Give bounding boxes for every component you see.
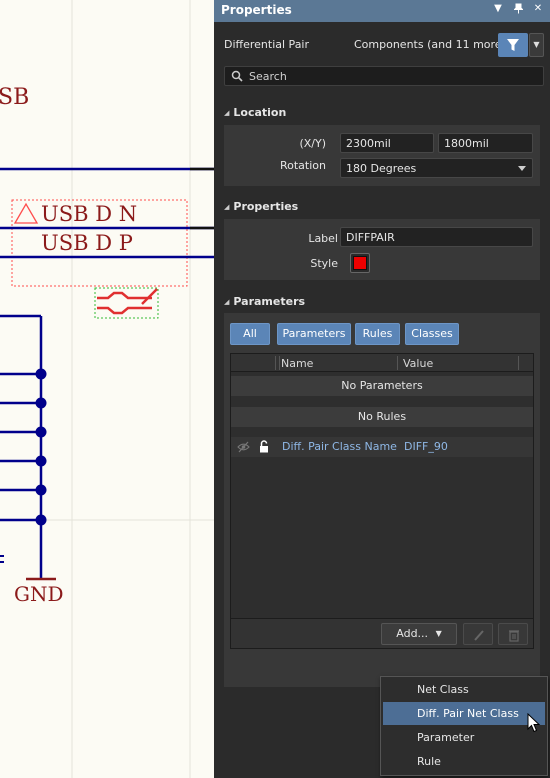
triangle-warning-icon bbox=[13, 202, 39, 224]
group-row-rules: No Rules bbox=[231, 407, 533, 427]
add-button[interactable]: Add... ▼ bbox=[381, 623, 457, 645]
close-icon[interactable]: ✕ bbox=[532, 3, 544, 17]
rotation-select[interactable]: 180 Degrees bbox=[340, 158, 533, 178]
menu-item-diff-pair-net-class[interactable]: Diff. Pair Net Class bbox=[383, 702, 545, 725]
gnd-label: GND bbox=[14, 582, 64, 606]
tab-all[interactable]: All bbox=[230, 323, 270, 345]
search-icon bbox=[231, 70, 243, 82]
location-section-header[interactable]: ◢ Location bbox=[224, 106, 286, 119]
eye-hidden-icon[interactable] bbox=[237, 441, 250, 453]
row-name: Diff. Pair Class Name bbox=[282, 440, 397, 453]
properties-panel: Properties ▼ ✕ Differential Pair Compone… bbox=[214, 0, 550, 778]
tab-rules[interactable]: Rules bbox=[355, 323, 400, 345]
diff-pair-directive-icon[interactable] bbox=[97, 288, 158, 315]
group-row-parameters: No Parameters bbox=[231, 376, 533, 396]
panel-title: Properties bbox=[221, 3, 292, 17]
table-row[interactable]: Diff. Pair Class Name DIFF_90 bbox=[231, 437, 533, 457]
y-location-input[interactable]: 1800mil bbox=[438, 133, 533, 153]
properties-section: Label DIFFPAIR Style bbox=[224, 219, 540, 280]
mouse-cursor-icon bbox=[527, 713, 541, 733]
lock-icon[interactable] bbox=[259, 440, 269, 453]
properties-section-header[interactable]: ◢ Properties bbox=[224, 200, 298, 213]
chevron-down-icon: ▼ bbox=[435, 629, 442, 638]
table-header: Name Value bbox=[231, 354, 533, 372]
style-color-fill bbox=[353, 256, 367, 270]
menu-item-net-class[interactable]: Net Class bbox=[383, 678, 545, 701]
chevron-down-icon[interactable]: ▼ bbox=[492, 3, 504, 17]
net-label-usb-d-n: USB D N bbox=[41, 202, 137, 226]
collapse-triangle-icon: ◢ bbox=[224, 109, 230, 117]
panel-title-bar[interactable]: Properties ▼ ✕ bbox=[214, 0, 550, 22]
rotation-value: 180 Degrees bbox=[346, 162, 417, 175]
add-dropdown-menu: Net Class Diff. Pair Net Class Parameter… bbox=[380, 676, 548, 776]
row-value: DIFF_90 bbox=[404, 440, 448, 453]
object-type-row: Differential Pair Components (and 11 mor… bbox=[224, 33, 546, 57]
delete-button[interactable] bbox=[498, 623, 528, 645]
parameters-section-header[interactable]: ◢ Parameters bbox=[224, 295, 305, 308]
location-section: (X/Y) 2300mil 1800mil Rotation 180 Degre… bbox=[224, 125, 540, 186]
schematic-canvas[interactable]: SB USB D N USB D P GND bbox=[0, 0, 214, 778]
schematic-fragment-label: SB bbox=[0, 85, 29, 110]
parameters-section: All Parameters Rules Classes Name Value … bbox=[224, 313, 540, 687]
chevron-down-icon bbox=[518, 166, 526, 171]
diff-pair-directive-box[interactable] bbox=[94, 287, 159, 319]
tab-classes[interactable]: Classes bbox=[405, 323, 459, 345]
column-header-name[interactable]: Name bbox=[281, 357, 313, 370]
column-header-value[interactable]: Value bbox=[403, 357, 433, 370]
menu-item-parameter[interactable]: Parameter bbox=[383, 726, 545, 749]
selection-filter-text: Components (and 11 more) bbox=[354, 38, 506, 51]
x-location-input[interactable]: 2300mil bbox=[340, 133, 434, 153]
filter-dropdown-button[interactable]: ▼ bbox=[529, 33, 544, 57]
junction-wires[interactable] bbox=[0, 372, 41, 522]
edit-button[interactable] bbox=[463, 623, 493, 645]
funnel-icon bbox=[507, 39, 519, 51]
table-footer: Add... ▼ bbox=[231, 618, 533, 648]
menu-item-rule[interactable]: Rule bbox=[383, 750, 545, 773]
schematic-drawing: SB USB D N USB D P GND bbox=[0, 0, 214, 778]
style-color-swatch[interactable] bbox=[350, 253, 370, 273]
pin-icon[interactable] bbox=[512, 3, 524, 17]
style-label: Style bbox=[310, 257, 338, 270]
collapse-triangle-icon: ◢ bbox=[224, 203, 230, 211]
search-box[interactable] bbox=[224, 66, 544, 86]
label-input[interactable]: DIFFPAIR bbox=[340, 227, 533, 247]
filter-button[interactable] bbox=[498, 33, 528, 57]
net-label-usb-d-p: USB D P bbox=[41, 231, 133, 255]
xy-label: (X/Y) bbox=[299, 137, 326, 150]
search-input[interactable] bbox=[249, 69, 529, 83]
rotation-label: Rotation bbox=[279, 159, 326, 172]
label-label: Label bbox=[308, 232, 338, 245]
trash-icon bbox=[509, 630, 519, 642]
pencil-icon bbox=[474, 630, 484, 641]
parameters-table: Name Value No Parameters No Rules Diff. … bbox=[230, 353, 534, 649]
tab-parameters[interactable]: Parameters bbox=[277, 323, 351, 345]
collapse-triangle-icon: ◢ bbox=[224, 298, 230, 306]
object-type-label: Differential Pair bbox=[224, 38, 310, 51]
